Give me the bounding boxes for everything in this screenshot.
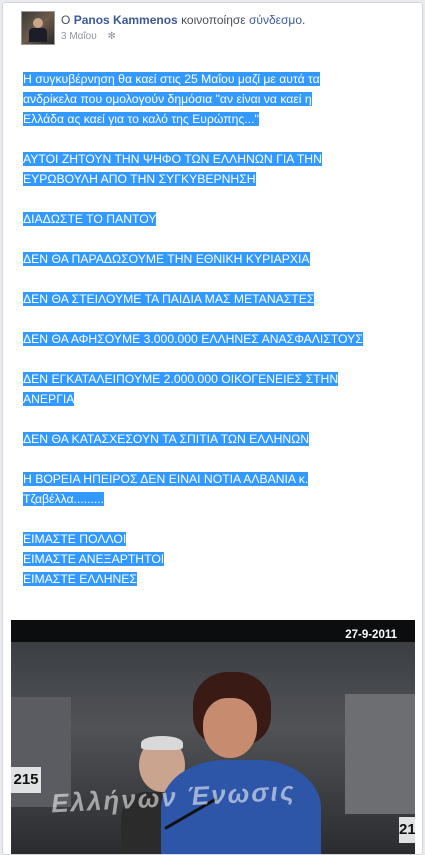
post-headline: Ο Panos Kammenos κοινοποίησε σύνδεσμο. [61,13,305,27]
post-card: Ο Panos Kammenos κοινοποίησε σύνδεσμο. 3… [2,2,423,855]
post-header: Ο Panos Kammenos κοινοποίησε σύνδεσμο. 3… [21,11,412,47]
post-paragraph: ΔΕΝ ΘΑ ΣΤΕΙΛΟΥΜΕ ΤΑ ΠΑΙΔΙΑ ΜΑΣ ΜΕΤΑΝΑΣΤΕ… [23,289,368,309]
gear-icon[interactable]: ✻ [107,31,115,42]
post-line: ΕΙΜΑΣΤΕ ΠΟΛΛΟΙ [23,532,127,546]
author-name-link[interactable]: Panos Kammenos [74,13,178,27]
post-line: Η συγκυβέρνηση θα καεί στις 25 Μαΐου μαζ… [23,72,320,86]
share-action: κοινοποίησε [181,13,246,27]
post-line: Η ΒΟΡΕΙΑ ΗΠΕΙΡΟΣ ΔΕΝ ΕΙΝΑΙ ΝΟΤΙΑ ΑΛΒΑΝΙΑ… [23,472,309,486]
post-paragraph: ΔΕΝ ΕΓΚΑΤΑΛΕΙΠΟΥΜΕ 2.000.000 ΟΙΚΟΓΕΝΕΙΕΣ… [23,369,368,409]
man-figure-hair [141,736,183,750]
post-text: Η συγκυβέρνηση θα καεί στις 25 Μαΐου μαζ… [23,69,368,589]
video-background-right [345,694,415,814]
post-line: ΑΥΤΟΙ ΖΗΤΟΥΝ ΤΗΝ ΨΗΦΟ ΤΩΝ ΕΛΛΗΝΩΝ ΓΙΑ ΤΗ… [23,152,322,166]
intro-word: Ο [61,13,71,27]
woman-figure-face [203,698,257,758]
post-line: ΔΕΝ ΘΑ ΚΑΤΑΣΧΕΣΟΥΝ ΤΑ ΣΠΙΤΙΑ ΤΩΝ ΕΛΛΗΝΩΝ [23,432,310,446]
post-paragraph: Η συγκυβέρνηση θα καεί στις 25 Μαΐου μαζ… [23,69,368,129]
post-line: Ελλάδα ας καεί για το καλό της Ευρώπης..… [23,112,259,126]
post-line: ΔΕΝ ΘΑ ΑΦΗΣΟΥΜΕ 3.000.000 ΕΛΛΗΝΕΣ ΑΝΑΣΦΑ… [23,332,363,346]
post-paragraph: Η ΒΟΡΕΙΑ ΗΠΕΙΡΟΣ ΔΕΝ ΕΙΝΑΙ ΝΟΤΙΑ ΑΛΒΑΝΙΑ… [23,469,368,509]
post-paragraph: ΔΕΝ ΘΑ ΠΑΡΑΔΩΣΟΥΜΕ ΤΗΝ ΕΘΝΙΚΗ ΚΥΡΙΑΡΧΙΑ [23,249,368,269]
post-line: ΔΕΝ ΕΓΚΑΤΑΛΕΙΠΟΥΜΕ 2.000.000 ΟΙΚΟΓΕΝΕΙΕΣ… [23,372,339,386]
post-line: ΕΙΜΑΣΤΕ ΕΛΛΗΝΕΣ [23,572,137,586]
post-line: ΔΕΝ ΘΑ ΣΤΕΙΛΟΥΜΕ ΤΑ ΠΑΙΔΙΑ ΜΑΣ ΜΕΤΑΝΑΣΤΕ… [23,292,315,306]
video-thumbnail[interactable]: 215 21 Ελλήνων Ένωσις 27-9-2011 [11,620,415,854]
post-paragraph: ΑΥΤΟΙ ΖΗΤΟΥΝ ΤΗΝ ΨΗΦΟ ΤΩΝ ΕΛΛΗΝΩΝ ΓΙΑ ΤΗ… [23,149,368,189]
post-line: ΔΕΝ ΘΑ ΠΑΡΑΔΩΣΟΥΜΕ ΤΗΝ ΕΘΝΙΚΗ ΚΥΡΙΑΡΧΙΑ [23,252,310,266]
post-paragraph: ΔΙΑΔΩΣΤΕ ΤΟ ΠΑΝΤΟΥ [23,209,368,229]
post-paragraph: ΔΕΝ ΘΑ ΚΑΤΑΣΧΕΣΟΥΝ ΤΑ ΣΠΙΤΙΑ ΤΩΝ ΕΛΛΗΝΩΝ [23,429,368,449]
author-avatar[interactable] [21,11,55,45]
post-date[interactable]: 3 Μαΐου [61,31,97,42]
post-line: ανδρίκελα που ομολογούν δημόσια "αν είνα… [23,92,312,106]
post-paragraph: ΕΙΜΑΣΤΕ ΠΟΛΛΟΙ ΕΙΜΑΣΤΕ ΑΝΕΞΑΡΤΗΤΟΙ ΕΙΜΑΣΤΕ… [23,529,368,589]
post-line: Τζαβέλλα......... [23,492,105,506]
seat-number-right: 21 [399,817,415,843]
video-frame: 215 21 Ελλήνων Ένωσις [11,642,415,854]
post-paragraph: ΔΕΝ ΘΑ ΑΦΗΣΟΥΜΕ 3.000.000 ΕΛΛΗΝΕΣ ΑΝΑΣΦΑ… [23,329,368,349]
shared-link[interactable]: σύνδεσμο. [249,13,305,27]
post-line: ΔΙΑΔΩΣΤΕ ΤΟ ΠΑΝΤΟΥ [23,212,157,226]
seat-number-left: 215 [11,767,41,793]
post-line: ΑΝΕΡΓΙΑ [23,392,75,406]
post-meta: 3 Μαΐου ✻ [61,31,116,42]
video-datestamp: 27-9-2011 [345,629,397,641]
post-line: ΕΙΜΑΣΤΕ ΑΝΕΞΑΡΤΗΤΟΙ [23,552,165,566]
post-line: ΕΥΡΩΒΟΥΛΗ ΑΠΟ ΤΗΝ ΣΥΓΚΥΒΕΡΝΗΣΗ [23,172,256,186]
